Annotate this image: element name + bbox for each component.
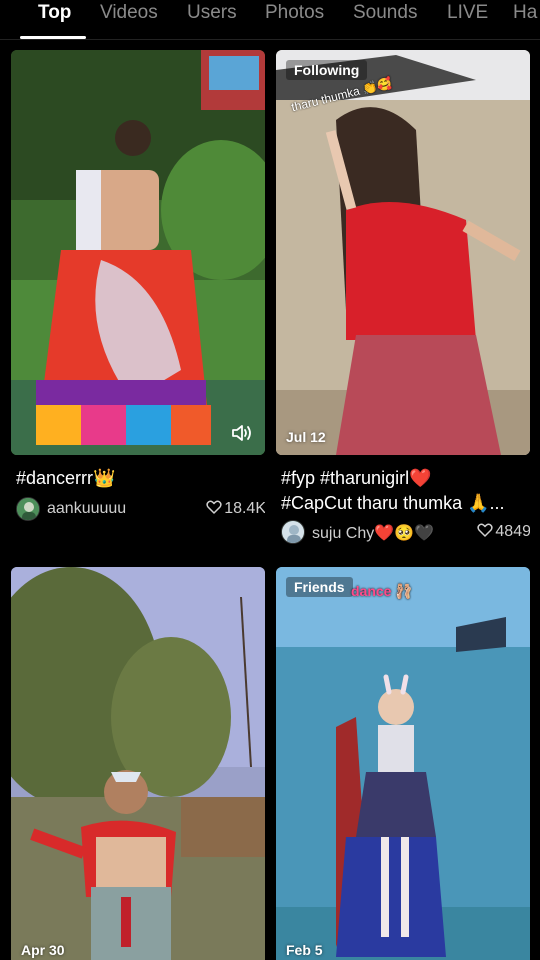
like-count-value: 4849 <box>495 523 530 540</box>
video-caption[interactable]: #dancerrr👑 <box>16 466 265 490</box>
tab-videos[interactable]: Videos <box>100 2 158 24</box>
tab-sounds[interactable]: Sounds <box>353 2 417 24</box>
tab-live[interactable]: LIVE <box>447 2 488 24</box>
video-thumbnail[interactable]: Following tharu thumka 👏🥰 Jul 12 <box>276 50 530 455</box>
avatar[interactable] <box>16 497 40 521</box>
video-meta: suju Chy❤️🥺🖤 4849 <box>281 520 530 546</box>
username[interactable]: suju Chy❤️🥺🖤 <box>312 523 434 543</box>
tab-photos[interactable]: Photos <box>265 2 324 24</box>
speaker-icon[interactable] <box>231 423 253 443</box>
video-card[interactable]: Friends dance 🩰 Feb 5 <box>276 567 530 960</box>
like-count-value: 18.4K <box>224 500 265 517</box>
tab-top[interactable]: Top <box>38 2 71 24</box>
video-caption-line2[interactable]: #CapCut tharu thumka 🙏... <box>281 491 530 515</box>
active-tab-indicator <box>20 36 86 39</box>
video-card[interactable]: Apr 30 <box>11 567 265 960</box>
video-caption-line1[interactable]: #fyp #tharunigirl❤️ <box>281 466 530 490</box>
like-count: 18.4K <box>206 500 265 518</box>
video-meta: aankuuuuu 18.4K <box>16 497 265 523</box>
video-thumbnail[interactable]: Apr 30 <box>11 567 265 960</box>
video-card[interactable]: #dancerrr👑 aankuuuuu 18.4K <box>11 50 265 525</box>
video-thumbnail[interactable]: Friends dance 🩰 Feb 5 <box>276 567 530 960</box>
tab-hashtags[interactable]: Ha <box>513 2 537 24</box>
tab-users[interactable]: Users <box>187 2 237 24</box>
heart-icon <box>477 523 494 537</box>
overlay-text: dance 🩰 <box>351 583 413 599</box>
like-count: 4849 <box>477 523 530 541</box>
username[interactable]: aankuuuuu <box>47 500 126 518</box>
avatar[interactable] <box>281 520 305 544</box>
video-card[interactable]: Following tharu thumka 👏🥰 Jul 12 #fyp #t… <box>276 50 530 550</box>
friends-badge: Friends <box>286 577 353 597</box>
post-date: Apr 30 <box>21 942 65 958</box>
heart-icon <box>206 500 222 514</box>
search-tabs: Top Videos Users Photos Sounds LIVE Ha <box>0 0 540 40</box>
following-badge: Following <box>286 60 368 80</box>
video-thumbnail[interactable] <box>11 50 265 455</box>
post-date: Feb 5 <box>286 942 323 958</box>
post-date: Jul 12 <box>286 429 326 445</box>
